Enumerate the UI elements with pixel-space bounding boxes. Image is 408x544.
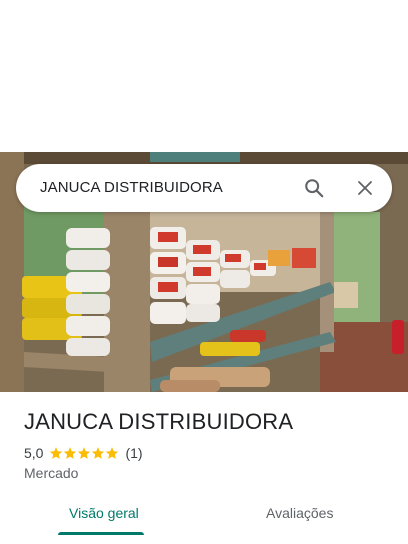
search-icon[interactable] xyxy=(302,176,326,200)
star-icon xyxy=(64,447,77,459)
star-rating xyxy=(49,446,119,460)
star-icon xyxy=(50,447,63,459)
place-title: JANUCA DISTRIBUIDORA xyxy=(24,409,294,434)
star-icon xyxy=(92,447,105,459)
close-icon[interactable] xyxy=(353,176,377,200)
star-icon xyxy=(78,447,91,459)
search-bar[interactable]: JANUCA DISTRIBUIDORA xyxy=(16,164,392,212)
rating-value: 5,0 xyxy=(24,445,44,461)
star-icon xyxy=(106,447,119,459)
tab-overview[interactable]: Visão geral xyxy=(69,505,139,521)
search-input[interactable]: JANUCA DISTRIBUIDORA xyxy=(40,179,223,196)
map-blank-area xyxy=(0,0,408,152)
rating-row[interactable]: 5,0 (1) xyxy=(24,444,143,462)
tab-reviews[interactable]: Avaliações xyxy=(266,505,333,521)
place-category: Mercado xyxy=(24,465,79,481)
tab-bar: Visão geral Avaliações xyxy=(0,492,408,544)
review-count[interactable]: (1) xyxy=(125,445,142,461)
active-tab-indicator xyxy=(58,532,144,535)
